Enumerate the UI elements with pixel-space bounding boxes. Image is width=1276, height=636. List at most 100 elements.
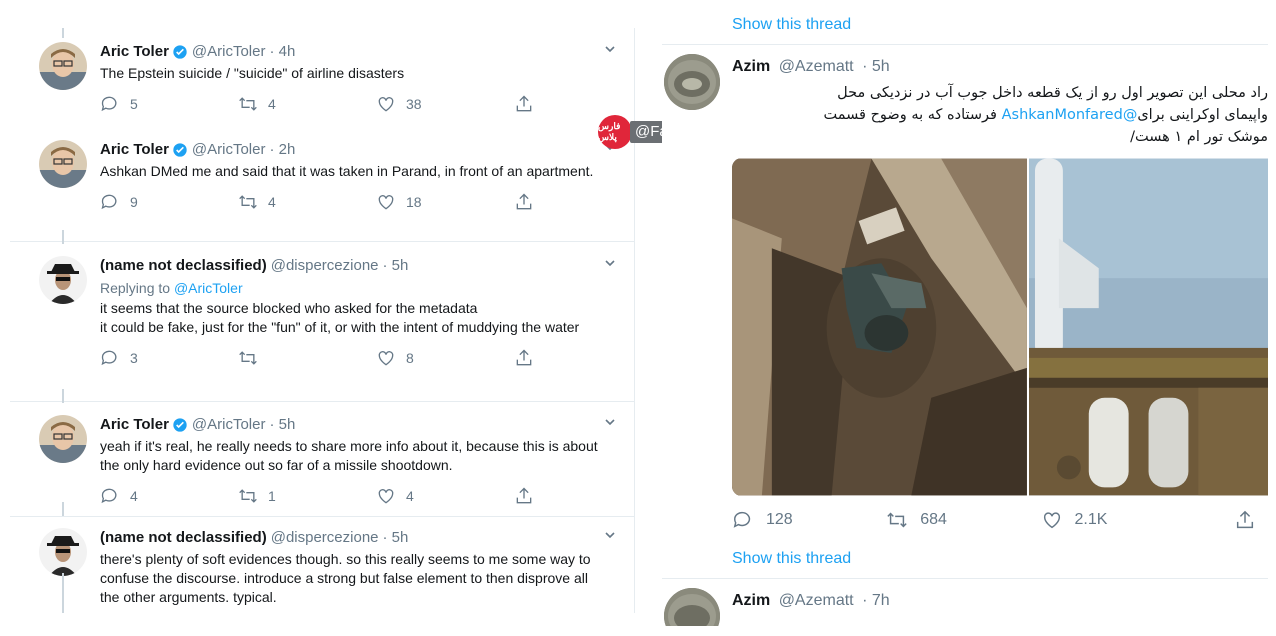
like-count: 8 <box>406 350 414 366</box>
like-button[interactable]: 38 <box>376 94 514 114</box>
retweet-button[interactable]: 1 <box>238 486 376 506</box>
avatar[interactable] <box>39 42 87 90</box>
chevron-down-icon[interactable] <box>603 528 617 542</box>
share-button[interactable] <box>514 486 554 506</box>
tweet-header: (name not declassified) @dispercezione · 5… <box>100 256 634 276</box>
author-name[interactable]: Aric Toler <box>100 415 169 435</box>
tweet-body: The Epstein suicide / "suicide" of airli… <box>100 65 405 81</box>
tweet[interactable]: (name not declassified) @dispercezione · 5… <box>10 256 634 369</box>
like-button[interactable]: 2.1K <box>1041 509 1195 531</box>
tweet-time[interactable]: · 2h <box>269 140 295 160</box>
tweet-media[interactable] <box>732 158 1268 496</box>
author-name[interactable]: (name not declassified) <box>100 528 267 548</box>
retweet-button[interactable]: 4 <box>238 94 376 114</box>
like-count: 38 <box>406 96 422 112</box>
avatar-azim-2[interactable] <box>664 588 720 626</box>
show-thread-link-bottom[interactable]: Show this thread <box>732 550 851 568</box>
chevron-down-icon[interactable] <box>603 42 617 56</box>
chevron-down-icon[interactable] <box>603 415 617 429</box>
divider <box>662 578 1268 579</box>
retweet-count: 1 <box>268 488 276 504</box>
thread-connector-line <box>62 502 64 516</box>
tweet-time[interactable]: · 5h <box>269 415 295 435</box>
avatar[interactable] <box>39 415 87 463</box>
like-button[interactable]: 8 <box>376 348 514 368</box>
author-handle[interactable]: @AricToler <box>192 42 266 62</box>
tweet[interactable]: Aric Toler @AricToler · 5h yeah if it's rea… <box>10 415 634 507</box>
reply-button[interactable]: 9 <box>100 192 238 212</box>
retweet-count: 4 <box>268 96 276 112</box>
reply-button[interactable]: 5 <box>100 94 238 114</box>
author-name[interactable]: (name not declassified) <box>100 256 267 276</box>
share-button[interactable] <box>514 94 554 114</box>
share-button[interactable] <box>514 348 554 368</box>
replying-to-label: Replying to <box>100 280 171 296</box>
like-button[interactable]: 18 <box>376 192 514 212</box>
tweet-time[interactable]: · 5h <box>383 256 409 276</box>
chevron-down-icon[interactable] <box>603 256 617 270</box>
author-name[interactable]: Aric Toler <box>100 140 169 160</box>
fars-plus-logo: فارس پلاس <box>598 115 632 149</box>
tweet-actions: 38 <box>100 347 634 369</box>
author-handle[interactable]: @Azematt <box>779 58 854 75</box>
divider <box>10 241 634 242</box>
tweet[interactable]: (name not declassified) @dispercezione · 5… <box>10 528 634 607</box>
thread-connector-line <box>62 389 64 403</box>
reply-icon <box>733 511 751 528</box>
heart-icon <box>378 97 394 112</box>
author-name[interactable]: Azim <box>732 58 770 75</box>
tweet[interactable]: Aric Toler @AricToler · 4h The Epstein suic… <box>10 42 634 115</box>
reply-button[interactable]: 3 <box>100 348 238 368</box>
share-icon <box>516 193 532 210</box>
retweet-button[interactable] <box>238 348 376 368</box>
avatar[interactable] <box>39 528 87 576</box>
tweet-time[interactable]: · 7h <box>862 592 890 609</box>
tweet-time[interactable]: · 4h <box>269 42 295 62</box>
author-name[interactable]: Azim <box>732 592 770 609</box>
tweet-time[interactable]: · 5h <box>383 528 409 548</box>
tweet-time[interactable]: · 5h <box>862 58 890 75</box>
retweet-button[interactable]: 684 <box>886 509 1040 531</box>
reply-count: 3 <box>130 350 138 366</box>
retweet-button[interactable]: 4 <box>238 192 376 212</box>
reply-button[interactable]: 128 <box>732 509 886 531</box>
like-count: 2.1K <box>1074 511 1108 528</box>
avatar-image <box>39 415 87 463</box>
media-photo-debris[interactable] <box>732 158 1027 496</box>
author-name[interactable]: Aric Toler <box>100 42 169 62</box>
author-handle[interactable]: @AricToler <box>192 140 266 160</box>
tweet-body: Ashkan DMed me and said that it was take… <box>100 163 594 179</box>
author-handle[interactable]: @dispercezione <box>271 528 379 548</box>
author-handle[interactable]: @dispercezione <box>271 256 379 276</box>
tweet-text-line-2: واپیمای اوکراینی برای@AshkanMonfared فرس… <box>732 104 1268 126</box>
replying-to: Replying to @AricToler <box>100 279 634 297</box>
reply-button[interactable]: 4 <box>100 486 238 506</box>
text-segment: فرستاده که به وضوح قسمت <box>823 107 997 123</box>
tweet-header: Aric Toler @AricToler · 2h <box>100 140 634 160</box>
media-photo-missile-launcher[interactable] <box>1028 158 1268 496</box>
author-handle[interactable]: @AricToler <box>192 415 266 435</box>
text-segment: واپیمای اوکراینی برای <box>1137 107 1268 123</box>
mention-link[interactable]: @AshkanMonfared <box>1002 107 1138 123</box>
share-button[interactable] <box>514 192 554 212</box>
share-icon <box>516 95 532 112</box>
tweet-body: yeah if it's real, he really needs to sh… <box>100 438 598 473</box>
tweet-header: Azim @Azematt · 5h <box>732 58 890 76</box>
share-icon <box>516 349 532 366</box>
share-button[interactable] <box>1195 509 1268 531</box>
like-count: 4 <box>406 488 414 504</box>
like-button[interactable]: 4 <box>376 486 514 506</box>
tweet[interactable]: Aric Toler @AricToler · 2h Ashkan DMed me a… <box>10 140 634 213</box>
replying-to-link[interactable]: @AricToler <box>174 280 243 296</box>
feed-panel: Show this thread Azim @Azematt · 5h راد … <box>662 10 1268 626</box>
avatar[interactable] <box>39 140 87 188</box>
retweet-count: 4 <box>268 194 276 210</box>
tweet-body: it seems that the source blocked who ask… <box>100 300 580 335</box>
avatar-azim[interactable] <box>664 54 720 110</box>
author-handle[interactable]: @Azematt <box>779 592 854 609</box>
show-thread-link-top[interactable]: Show this thread <box>732 16 851 34</box>
thread-connector-line <box>62 28 64 38</box>
retweet-icon <box>239 97 257 111</box>
thread-connector-line <box>62 230 64 244</box>
avatar[interactable] <box>39 256 87 304</box>
